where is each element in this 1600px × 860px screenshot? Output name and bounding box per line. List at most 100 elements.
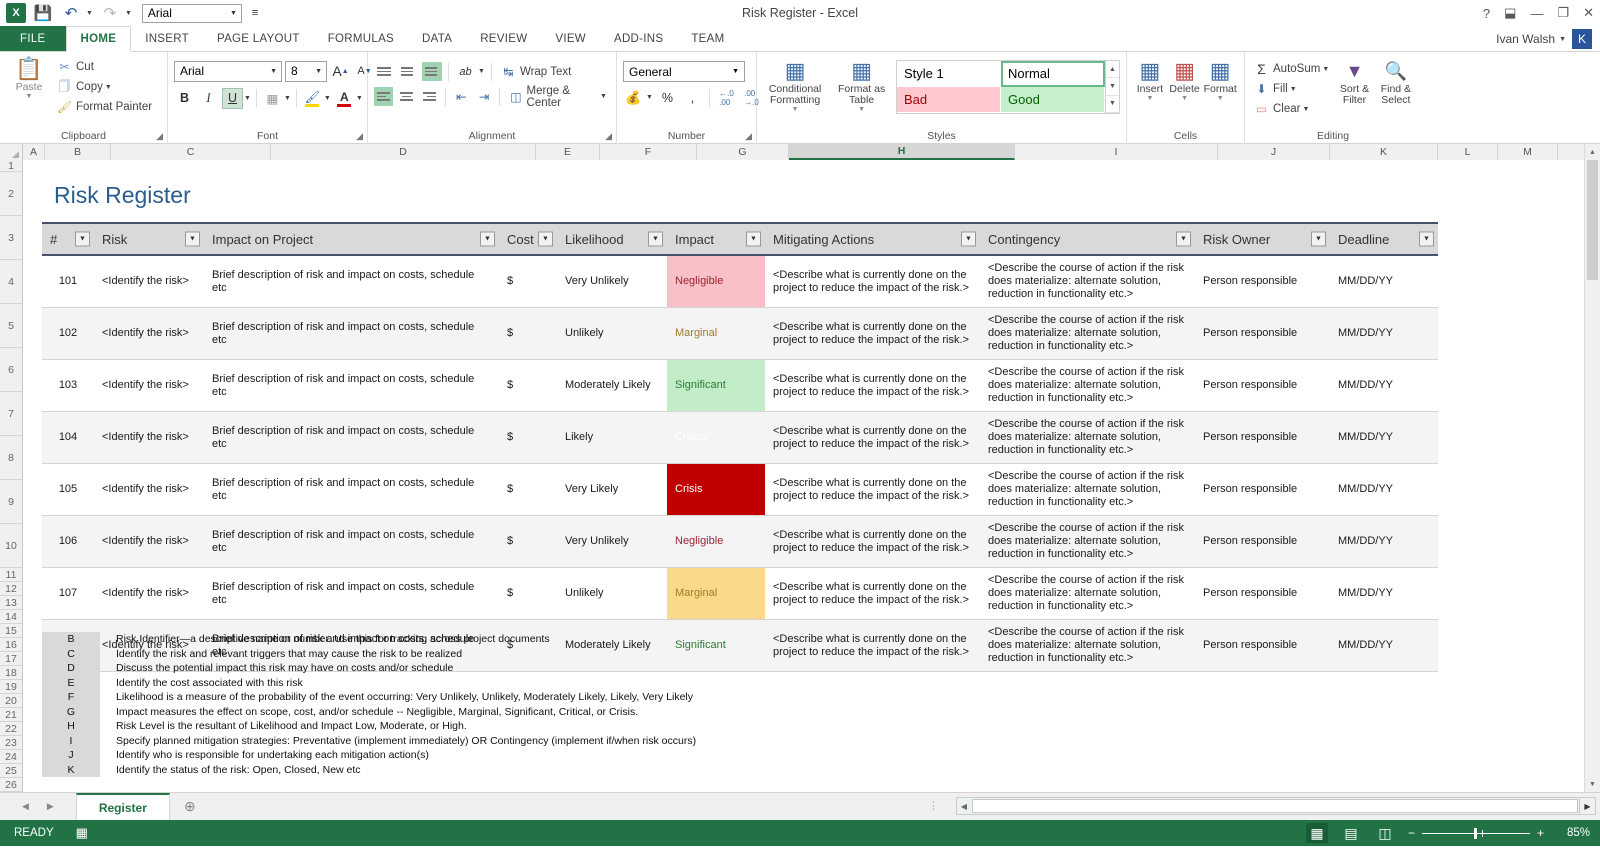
align-top-button[interactable]: [374, 62, 394, 81]
zoom-slider[interactable]: − +: [1408, 826, 1544, 840]
format-cells-button[interactable]: ▦ Format ▼: [1202, 58, 1238, 103]
cell-impact-on-project[interactable]: Brief description of risk and impact on …: [204, 255, 499, 308]
cut-button[interactable]: ✂ Cut: [54, 58, 155, 76]
tab-formulas[interactable]: FORMULAS: [314, 26, 408, 51]
row-header-3[interactable]: 3: [0, 216, 22, 260]
account-dropdown-icon[interactable]: ▼: [1559, 36, 1566, 43]
split-handle[interactable]: ⋮: [928, 799, 940, 812]
cell-cost[interactable]: $: [499, 307, 557, 360]
align-right-button[interactable]: [420, 87, 439, 106]
column-header-b[interactable]: B: [45, 144, 111, 160]
column-header-j[interactable]: J: [1218, 144, 1330, 160]
filter-dropdown-icon[interactable]: ▼: [648, 231, 663, 247]
wrap-text-button[interactable]: ↹ Wrap Text: [498, 63, 574, 81]
cell-risk-owner[interactable]: Person responsible: [1195, 619, 1330, 672]
font-size-input[interactable]: 8 ▼: [285, 60, 327, 82]
cell-risk[interactable]: <Identify the risk>: [94, 359, 204, 412]
delete-dropdown-icon[interactable]: ▼: [1181, 95, 1188, 102]
chevron-down-icon[interactable]: ▼: [732, 68, 739, 75]
increase-indent-button[interactable]: ⇥: [475, 86, 494, 107]
cell-impact[interactable]: Crisis: [667, 463, 765, 516]
row-header-19[interactable]: 19: [0, 680, 22, 694]
underline-button[interactable]: U: [222, 87, 243, 109]
cell-deadline[interactable]: MM/DD/YY: [1330, 307, 1438, 360]
vertical-scrollbar[interactable]: ▲ ▼: [1584, 144, 1600, 792]
number-format-select[interactable]: General ▼: [623, 61, 745, 82]
conditional-formatting-button[interactable]: ▦ Conditional Formatting ▼: [763, 58, 827, 114]
row-header-22[interactable]: 22: [0, 722, 22, 736]
styles-scroll-up-icon[interactable]: ▲: [1106, 61, 1119, 79]
zoom-thumb[interactable]: [1473, 827, 1477, 839]
sheet-next-icon[interactable]: ▶: [47, 801, 54, 812]
zoom-out-button[interactable]: −: [1408, 826, 1415, 840]
cell-cost[interactable]: $: [499, 567, 557, 620]
cell-contingency[interactable]: <Describe the course of action if the ri…: [980, 359, 1195, 412]
cell-contingency[interactable]: <Describe the course of action if the ri…: [980, 255, 1195, 308]
cell-contingency[interactable]: <Describe the course of action if the ri…: [980, 307, 1195, 360]
tab-data[interactable]: DATA: [408, 26, 466, 51]
cell-contingency[interactable]: <Describe the course of action if the ri…: [980, 515, 1195, 568]
row-header-14[interactable]: 14: [0, 610, 22, 624]
clipboard-dialog-launcher-icon[interactable]: ◢: [156, 131, 163, 142]
normal-view-button[interactable]: ▦: [1305, 823, 1328, 843]
borders-dropdown-icon[interactable]: ▼: [284, 95, 291, 102]
insert-cells-button[interactable]: ▦ Insert ▼: [1133, 58, 1167, 103]
decrease-indent-button[interactable]: ⇤: [452, 86, 471, 107]
chevron-down-icon[interactable]: ▼: [315, 68, 322, 75]
clear-dropdown-icon[interactable]: ▼: [1302, 106, 1309, 113]
font-color-dropdown-icon[interactable]: ▼: [356, 95, 363, 102]
row-header-4[interactable]: 4: [0, 260, 22, 304]
insert-dropdown-icon[interactable]: ▼: [1146, 95, 1153, 102]
select-all-button[interactable]: [0, 144, 23, 160]
merge-center-dropdown-icon[interactable]: ▼: [600, 93, 607, 100]
chevron-down-icon[interactable]: ▼: [230, 10, 237, 17]
table-row[interactable]: 103 <Identify the risk> Brief description …: [42, 359, 1438, 412]
column-header-g[interactable]: G: [697, 144, 789, 160]
format-painter-button[interactable]: 🖌 Format Painter: [54, 98, 155, 116]
cell-impact-on-project[interactable]: Brief description of risk and impact on …: [204, 567, 499, 620]
cell-contingency[interactable]: <Describe the course of action if the ri…: [980, 463, 1195, 516]
number-dialog-launcher-icon[interactable]: ◢: [745, 131, 752, 142]
column-header-i[interactable]: I: [1015, 144, 1218, 160]
cell-deadline[interactable]: MM/DD/YY: [1330, 359, 1438, 412]
table-row[interactable]: 105 <Identify the risk> Brief description …: [42, 463, 1438, 516]
clear-button[interactable]: ▭ Clear ▼: [1251, 100, 1332, 118]
page-break-view-button[interactable]: ◫: [1374, 823, 1396, 843]
row-header-26[interactable]: 26: [0, 778, 22, 792]
row-header-21[interactable]: 21: [0, 708, 22, 722]
font-name-input[interactable]: Arial ▼: [174, 60, 282, 82]
cell-risk[interactable]: <Identify the risk>: [94, 567, 204, 620]
filter-dropdown-icon[interactable]: ▼: [746, 231, 761, 247]
table-row[interactable]: 106 <Identify the risk> Brief description …: [42, 515, 1438, 568]
format-as-table-button[interactable]: ▦ Format as Table ▼: [833, 58, 890, 114]
copy-button[interactable]: 🗍 Copy ▼: [54, 78, 155, 96]
delete-cells-button[interactable]: ▦ Delete ▼: [1167, 58, 1203, 103]
italic-button[interactable]: I: [198, 88, 219, 109]
paste-dropdown-icon[interactable]: ▼: [26, 93, 33, 100]
hscroll-right-icon[interactable]: ▶: [1579, 798, 1595, 814]
cell-risk[interactable]: <Identify the risk>: [94, 463, 204, 516]
cell-impact-on-project[interactable]: Brief description of risk and impact on …: [204, 463, 499, 516]
cell-impact[interactable]: Negligible: [667, 515, 765, 568]
cell-likelihood[interactable]: Unlikely: [557, 307, 667, 360]
cell-cost[interactable]: $: [499, 515, 557, 568]
row-header-23[interactable]: 23: [0, 736, 22, 750]
align-middle-button[interactable]: [398, 62, 418, 81]
cell-risk-owner[interactable]: Person responsible: [1195, 359, 1330, 412]
cell-impact[interactable]: Critical: [667, 411, 765, 464]
row-header-12[interactable]: 12: [0, 582, 22, 596]
cell-impact-on-project[interactable]: Brief description of risk and impact on …: [204, 411, 499, 464]
redo-dropdown-icon[interactable]: ▼: [125, 10, 132, 17]
filter-dropdown-icon[interactable]: ▼: [480, 231, 495, 247]
underline-dropdown-icon[interactable]: ▼: [244, 95, 251, 102]
vertical-scroll-track[interactable]: [1585, 280, 1600, 776]
tab-team[interactable]: TEAM: [677, 26, 738, 51]
cell-impact[interactable]: Marginal: [667, 567, 765, 620]
fill-button[interactable]: ⬇ Fill ▼: [1251, 80, 1332, 98]
cell-risk[interactable]: <Identify the risk>: [94, 515, 204, 568]
row-header-8[interactable]: 8: [0, 436, 22, 480]
accounting-dropdown-icon[interactable]: ▼: [646, 94, 653, 101]
font-dialog-launcher-icon[interactable]: ◢: [356, 131, 363, 142]
merge-center-button[interactable]: ◫ Merge & Center ▼: [506, 85, 610, 109]
format-dropdown-icon[interactable]: ▼: [1217, 95, 1224, 102]
